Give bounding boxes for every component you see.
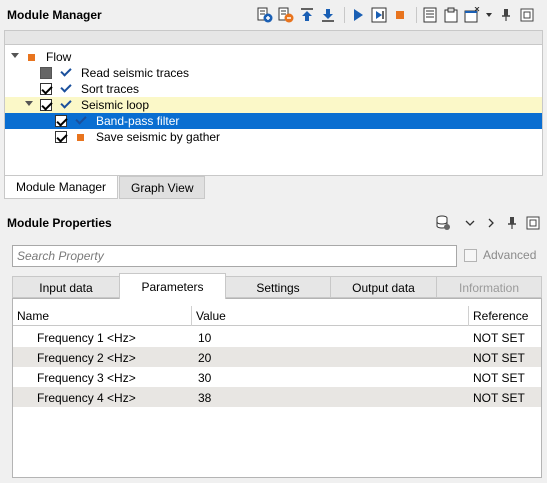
tree-item-label: Save seismic by gather	[96, 130, 221, 144]
move-up-icon[interactable]	[298, 6, 316, 24]
module-marker-icon	[77, 134, 84, 141]
expander-icon[interactable]	[11, 53, 19, 58]
module-properties-title: Module Properties	[7, 216, 112, 230]
module-checkbox[interactable]	[55, 115, 67, 127]
chevron-right-icon[interactable]	[482, 214, 500, 232]
param-name: Frequency 4 <Hz>	[37, 391, 136, 405]
run-step-icon[interactable]	[370, 6, 388, 24]
column-divider[interactable]	[468, 306, 469, 326]
module-tree: Flow Read seismic traces Sort traces Sei…	[4, 44, 543, 176]
column-header-value[interactable]: Value	[196, 309, 226, 323]
tree-header-strip	[4, 30, 543, 44]
checkmark-icon	[60, 66, 72, 79]
param-name: Frequency 3 <Hz>	[37, 371, 136, 385]
list-icon[interactable]	[421, 6, 439, 24]
column-header-name[interactable]: Name	[17, 309, 49, 323]
advanced-label: Advanced	[483, 248, 537, 262]
grid-header: Name Value Reference	[13, 306, 541, 326]
checkmark-icon	[75, 114, 87, 127]
float-icon[interactable]	[518, 6, 536, 24]
tab-settings[interactable]: Settings	[225, 276, 331, 298]
checkmark-icon	[60, 98, 72, 111]
module-properties-toolbar	[434, 214, 545, 232]
remove-module-icon[interactable]	[277, 6, 295, 24]
manager-tab-bar: Module Manager Graph View	[4, 176, 543, 200]
tab-input-data[interactable]: Input data	[12, 276, 120, 298]
tree-item-label: Sort traces	[81, 82, 140, 96]
tab-parameters[interactable]: Parameters	[119, 273, 226, 299]
advanced-toggle[interactable]: Advanced	[464, 248, 536, 262]
param-reference[interactable]: NOT SET	[473, 391, 525, 405]
pin-icon[interactable]	[497, 6, 515, 24]
module-manager-title: Module Manager	[7, 8, 102, 22]
tree-item-sort-traces[interactable]: Sort traces	[5, 81, 542, 97]
chevron-down-icon[interactable]	[484, 6, 494, 24]
property-tab-bar: Input data Parameters Settings Output da…	[12, 273, 542, 299]
table-row[interactable]: Frequency 3 <Hz> 30 NOT SET	[13, 367, 541, 387]
parameters-grid: Name Value Reference Frequency 1 <Hz> 10…	[12, 298, 542, 478]
stop-icon[interactable]	[391, 6, 409, 24]
toolbar-separator	[416, 7, 417, 23]
tree-item-label: Band-pass filter	[96, 114, 180, 128]
pin-icon[interactable]	[503, 214, 521, 232]
param-value[interactable]: 30	[198, 371, 211, 385]
tree-item-read-seismic-traces[interactable]: Read seismic traces	[5, 65, 542, 81]
column-divider[interactable]	[191, 306, 192, 326]
run-icon[interactable]	[349, 6, 367, 24]
tab-graph-view[interactable]: Graph View	[119, 176, 206, 199]
table-row[interactable]: Frequency 4 <Hz> 38 NOT SET	[13, 387, 541, 407]
tree-item-seismic-loop[interactable]: Seismic loop	[5, 97, 542, 113]
tree-item-label: Read seismic traces	[81, 66, 190, 80]
database-icon[interactable]	[434, 214, 452, 232]
float-icon[interactable]	[524, 214, 542, 232]
param-value[interactable]: 10	[198, 331, 211, 345]
advanced-checkbox[interactable]	[464, 248, 477, 262]
table-row[interactable]: Frequency 2 <Hz> 20 NOT SET	[13, 347, 541, 367]
module-checkbox[interactable]	[55, 131, 67, 143]
param-value[interactable]: 38	[198, 391, 211, 405]
window-options-icon[interactable]	[463, 6, 481, 24]
expander-icon[interactable]	[25, 101, 33, 106]
add-module-icon[interactable]	[256, 6, 274, 24]
tree-item-label: Seismic loop	[81, 98, 150, 112]
table-row[interactable]: Frequency 1 <Hz> 10 NOT SET	[13, 327, 541, 347]
clipboard-icon[interactable]	[442, 6, 460, 24]
param-reference[interactable]: NOT SET	[473, 371, 525, 385]
tab-information[interactable]: Information	[436, 276, 542, 298]
chevron-down-icon[interactable]	[461, 214, 479, 232]
tree-item-save-seismic-by-gather[interactable]: Save seismic by gather	[5, 129, 542, 145]
module-checkbox[interactable]	[40, 99, 52, 111]
toolbar-separator	[344, 7, 345, 23]
checkmark-icon	[60, 82, 72, 95]
move-down-icon[interactable]	[319, 6, 337, 24]
param-value[interactable]: 20	[198, 351, 211, 365]
module-checkbox[interactable]	[40, 83, 52, 95]
module-manager-toolbar	[256, 6, 539, 24]
module-marker-icon	[28, 54, 35, 61]
param-name: Frequency 1 <Hz>	[37, 331, 136, 345]
module-checkbox[interactable]	[40, 67, 52, 79]
tree-item-flow[interactable]: Flow	[5, 49, 542, 65]
search-property-input[interactable]	[12, 245, 457, 267]
tab-output-data[interactable]: Output data	[330, 276, 437, 298]
param-name: Frequency 2 <Hz>	[37, 351, 136, 365]
param-reference[interactable]: NOT SET	[473, 351, 525, 365]
tree-item-label: Flow	[46, 50, 72, 64]
tree-item-band-pass-filter[interactable]: Band-pass filter	[5, 113, 542, 129]
tab-module-manager[interactable]: Module Manager	[4, 176, 119, 199]
column-header-reference[interactable]: Reference	[473, 309, 528, 323]
module-manager-header: Module Manager	[0, 0, 547, 30]
param-reference[interactable]: NOT SET	[473, 331, 525, 345]
